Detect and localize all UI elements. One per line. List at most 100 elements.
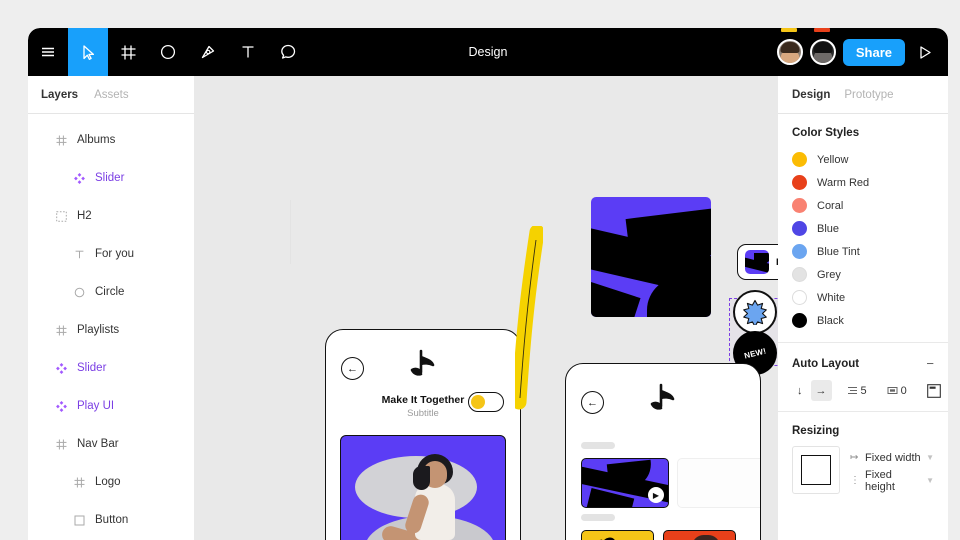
tab-layers[interactable]: Layers <box>41 89 78 101</box>
badge-cluster-selection[interactable]: NEW! <box>729 290 778 375</box>
color-style-row[interactable]: White <box>792 286 934 309</box>
sidebar-item-label: Slider <box>77 362 107 374</box>
frame-icon <box>73 476 86 489</box>
color-style-row[interactable]: Black <box>792 309 934 332</box>
direction-vertical-button[interactable]: ↓ <box>792 380 808 401</box>
headline-list-card[interactable]: Headline <box>737 244 778 280</box>
resizing-body: ↦ Fixed width ▼ ⋮ Fixed height ▼ <box>792 446 934 494</box>
tab-prototype[interactable]: Prototype <box>844 89 893 101</box>
comment-tool-icon[interactable] <box>268 28 308 76</box>
back-button[interactable]: ← <box>581 391 604 414</box>
tab-assets[interactable]: Assets <box>94 89 129 101</box>
collapse-icon[interactable]: − <box>926 356 934 371</box>
rect-icon <box>73 514 86 527</box>
toggle-switch[interactable] <box>468 392 504 412</box>
width-icon: ↦ <box>850 452 859 463</box>
chevron-down-icon[interactable]: ▼ <box>926 453 934 462</box>
sidebar-item-logo[interactable]: Logo <box>28 463 194 501</box>
text-tool-icon[interactable] <box>228 28 268 76</box>
phone-mockup-list[interactable]: ← ▶ op19 <box>565 363 761 540</box>
fixed-height-label: Fixed height <box>865 468 895 493</box>
sidebar-item-playlists[interactable]: Playlists <box>28 311 194 349</box>
color-label: Yellow <box>817 153 849 166</box>
tab-design[interactable]: Design <box>792 89 830 101</box>
star-badge[interactable] <box>733 290 777 334</box>
album-artwork-square[interactable] <box>591 197 711 317</box>
sidebar-item-albums[interactable]: Albums <box>28 121 194 159</box>
sidebar-item-label: Playlists <box>77 324 120 336</box>
sidebar-item-label: Logo <box>95 476 121 488</box>
pen-tool-icon[interactable] <box>188 28 228 76</box>
sidebar-item-label: Button <box>95 514 129 526</box>
color-style-row[interactable]: Blue <box>792 217 934 240</box>
back-button[interactable]: ← <box>341 357 364 380</box>
sidebar-item-slider-2[interactable]: Slider <box>28 349 194 387</box>
text-icon <box>73 248 86 261</box>
sidebar-item-for-you[interactable]: For you <box>28 235 194 273</box>
color-style-row[interactable]: Blue Tint <box>792 240 934 263</box>
sidebar-item-label: For you <box>95 248 134 260</box>
section-title: Color Styles <box>792 127 860 139</box>
avatar[interactable] <box>776 39 803 65</box>
chevron-down-icon[interactable]: ▼ <box>926 476 934 485</box>
sidebar-item-button[interactable]: Button <box>28 501 194 539</box>
direction-horizontal-button[interactable]: → <box>810 380 832 401</box>
collaborator-1[interactable] <box>776 28 803 65</box>
fixed-width-option[interactable]: ↦ Fixed width ▼ <box>850 446 934 469</box>
fixed-height-option[interactable]: ⋮ Fixed height ▼ <box>850 468 934 493</box>
color-style-row[interactable]: Coral <box>792 194 934 217</box>
sidebar-item-slider[interactable]: Slider <box>28 159 194 197</box>
auto-layout-section: Auto Layout − ↓ → 5 0 <box>778 343 948 412</box>
collaborator-cursor-flag <box>780 28 797 32</box>
artboard-guide <box>290 200 291 264</box>
spacing-field[interactable]: 5 <box>842 380 872 401</box>
sidebar-item-circle[interactable]: Circle <box>28 273 194 311</box>
sidebar-item-label: Slider <box>95 172 125 184</box>
section-placeholder-bar <box>581 442 615 449</box>
panel-tabs: Design Prototype <box>778 76 948 114</box>
color-style-row[interactable]: Yellow <box>792 148 934 171</box>
align-icon <box>926 383 941 398</box>
top-toolbar: Design Share <box>28 28 948 76</box>
move-tool-icon[interactable] <box>68 28 108 76</box>
color-swatch <box>792 290 807 305</box>
menu-icon[interactable] <box>28 28 68 76</box>
present-play-icon[interactable] <box>912 28 938 76</box>
album-photo-card[interactable] <box>340 435 506 540</box>
resize-preview-box[interactable] <box>792 446 840 494</box>
color-swatch <box>792 152 807 167</box>
collaborator-cursor-flag <box>813 28 830 32</box>
shape-tool-icon[interactable] <box>148 28 188 76</box>
portrait-card-red[interactable] <box>663 530 736 540</box>
frame-tool-icon[interactable] <box>108 28 148 76</box>
share-button[interactable]: Share <box>842 38 905 66</box>
color-style-row[interactable]: Grey <box>792 263 934 286</box>
padding-field[interactable]: 0 <box>882 380 912 401</box>
component-icon <box>55 362 68 375</box>
color-swatch <box>792 175 807 190</box>
left-sidebar: Layers Assets Albums Slider H2 For you C… <box>28 76 194 540</box>
phone-mockup-detail[interactable]: ← Make It Together Subtitle <box>325 329 521 540</box>
color-swatch <box>792 244 807 259</box>
section-placeholder-bar <box>581 514 615 521</box>
play-icon[interactable]: ▶ <box>648 487 664 503</box>
avatar[interactable] <box>809 39 836 65</box>
sidebar-item-label: Albums <box>77 134 116 146</box>
alignment-button[interactable] <box>922 380 946 401</box>
video-card[interactable]: ▶ <box>581 458 669 508</box>
canvas-area[interactable]: Headline NEW! ← Make It Together Subtitl… <box>194 76 778 540</box>
color-swatch <box>792 267 807 282</box>
figma-window: Design Share Layers Assets Albums Slider… <box>28 28 948 540</box>
padding-icon <box>887 387 898 394</box>
pop-card-yellow[interactable]: op19 <box>581 530 654 540</box>
right-properties-panel: Design Prototype Color Styles Yellow War… <box>778 76 948 540</box>
collaborator-2[interactable] <box>809 28 836 65</box>
sidebar-item-h2[interactable]: H2 <box>28 197 194 235</box>
sidebar-item-nav-bar[interactable]: Nav Bar <box>28 425 194 463</box>
color-style-row[interactable]: Warm Red <box>792 171 934 194</box>
color-swatch <box>792 198 807 213</box>
component-icon <box>55 400 68 413</box>
section-title: Resizing <box>792 425 840 437</box>
empty-card[interactable] <box>677 458 760 508</box>
sidebar-item-play-ui[interactable]: Play UI <box>28 387 194 425</box>
